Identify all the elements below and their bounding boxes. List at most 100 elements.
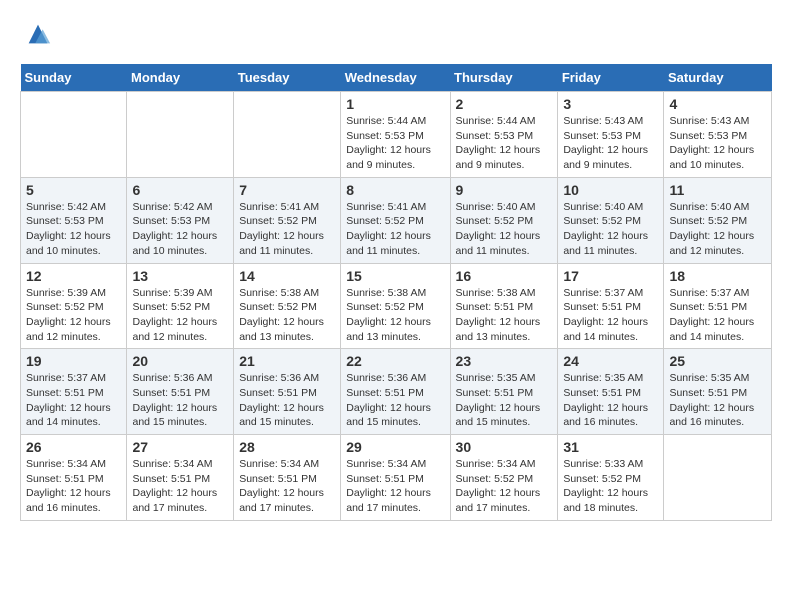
- day-number: 18: [669, 268, 766, 284]
- calendar-cell: 27 Sunrise: 5:34 AM Sunset: 5:51 PM Dayli…: [127, 435, 234, 521]
- day-number: 5: [26, 182, 121, 198]
- calendar-cell: 29Sunrise: 5:34 AM Sunset: 5:51 PM Dayli…: [341, 435, 450, 521]
- calendar-table: SundayMondayTuesdayWednesdayThursdayFrid…: [20, 64, 772, 521]
- calendar-cell: 5Sunrise: 5:42 AM Sunset: 5:53 PM Daylig…: [21, 177, 127, 263]
- calendar-header-row: SundayMondayTuesdayWednesdayThursdayFrid…: [21, 64, 772, 92]
- calendar-cell: 7 Sunrise: 5:41 AM Sunset: 5:52 PM Daylig…: [234, 177, 341, 263]
- day-number: 17: [563, 268, 658, 284]
- day-info: Sunrise: 5:44 AM Sunset: 5:53 PM Dayligh…: [346, 114, 444, 173]
- day-info: Sunrise: 5:43 AM Sunset: 5:53 PM Dayligh…: [563, 114, 658, 173]
- day-info: Sunrise: 5:34 AM Sunset: 5:51 PM Dayligh…: [132, 457, 228, 516]
- calendar-cell: 26 Sunrise: 5:34 AM Sunset: 5:51 PM Dayli…: [21, 435, 127, 521]
- calendar-cell: 24 Sunrise: 5:35 AM Sunset: 5:51 PM Dayli…: [558, 349, 664, 435]
- calendar-week-row: 1 Sunrise: 5:44 AM Sunset: 5:53 PM Daylig…: [21, 92, 772, 178]
- day-number: 24: [563, 353, 658, 369]
- day-number: 11: [669, 182, 766, 198]
- day-number: 2: [456, 96, 553, 112]
- header-tuesday: Tuesday: [234, 64, 341, 92]
- calendar-cell: [21, 92, 127, 178]
- day-number: 20: [132, 353, 228, 369]
- header-thursday: Thursday: [450, 64, 558, 92]
- calendar-cell: 12 Sunrise: 5:39 AM Sunset: 5:52 PM Dayli…: [21, 263, 127, 349]
- day-info: Sunrise: 5:41 AM Sunset: 5:52 PM Dayligh…: [346, 200, 444, 259]
- day-info: Sunrise: 5:35 AM Sunset: 5:51 PM Dayligh…: [563, 371, 658, 430]
- day-number: 31: [563, 439, 658, 455]
- day-number: 8: [346, 182, 444, 198]
- header-wednesday: Wednesday: [341, 64, 450, 92]
- day-number: 27: [132, 439, 228, 455]
- calendar-cell: 25 Sunrise: 5:35 AM Sunset: 5:51 PM Dayli…: [664, 349, 772, 435]
- calendar-cell: 30Sunrise: 5:34 AM Sunset: 5:52 PM Dayli…: [450, 435, 558, 521]
- day-info: Sunrise: 5:44 AM Sunset: 5:53 PM Dayligh…: [456, 114, 553, 173]
- day-info: Sunrise: 5:37 AM Sunset: 5:51 PM Dayligh…: [26, 371, 121, 430]
- day-number: 14: [239, 268, 335, 284]
- day-info: Sunrise: 5:39 AM Sunset: 5:52 PM Dayligh…: [132, 286, 228, 345]
- day-info: Sunrise: 5:39 AM Sunset: 5:52 PM Dayligh…: [26, 286, 121, 345]
- day-number: 13: [132, 268, 228, 284]
- calendar-cell: [234, 92, 341, 178]
- day-number: 1: [346, 96, 444, 112]
- calendar-cell: 13 Sunrise: 5:39 AM Sunset: 5:52 PM Dayli…: [127, 263, 234, 349]
- calendar-cell: 14Sunrise: 5:38 AM Sunset: 5:52 PM Dayli…: [234, 263, 341, 349]
- day-info: Sunrise: 5:37 AM Sunset: 5:51 PM Dayligh…: [669, 286, 766, 345]
- calendar-week-row: 12 Sunrise: 5:39 AM Sunset: 5:52 PM Dayli…: [21, 263, 772, 349]
- calendar-cell: 28Sunrise: 5:34 AM Sunset: 5:51 PM Dayli…: [234, 435, 341, 521]
- day-number: 6: [132, 182, 228, 198]
- day-info: Sunrise: 5:36 AM Sunset: 5:51 PM Dayligh…: [346, 371, 444, 430]
- calendar-cell: [127, 92, 234, 178]
- calendar-cell: 11 Sunrise: 5:40 AM Sunset: 5:52 PM Dayli…: [664, 177, 772, 263]
- day-info: Sunrise: 5:35 AM Sunset: 5:51 PM Dayligh…: [456, 371, 553, 430]
- day-number: 23: [456, 353, 553, 369]
- calendar-cell: 23 Sunrise: 5:35 AM Sunset: 5:51 PM Dayli…: [450, 349, 558, 435]
- day-number: 26: [26, 439, 121, 455]
- day-number: 10: [563, 182, 658, 198]
- calendar-week-row: 26 Sunrise: 5:34 AM Sunset: 5:51 PM Dayli…: [21, 435, 772, 521]
- day-info: Sunrise: 5:40 AM Sunset: 5:52 PM Dayligh…: [456, 200, 553, 259]
- day-info: Sunrise: 5:37 AM Sunset: 5:51 PM Dayligh…: [563, 286, 658, 345]
- day-info: Sunrise: 5:40 AM Sunset: 5:52 PM Dayligh…: [669, 200, 766, 259]
- day-number: 19: [26, 353, 121, 369]
- logo-icon: [24, 20, 52, 48]
- calendar-cell: 4Sunrise: 5:43 AM Sunset: 5:53 PM Daylig…: [664, 92, 772, 178]
- day-number: 9: [456, 182, 553, 198]
- day-number: 4: [669, 96, 766, 112]
- calendar-cell: 2 Sunrise: 5:44 AM Sunset: 5:53 PM Daylig…: [450, 92, 558, 178]
- day-info: Sunrise: 5:40 AM Sunset: 5:52 PM Dayligh…: [563, 200, 658, 259]
- day-number: 28: [239, 439, 335, 455]
- day-info: Sunrise: 5:41 AM Sunset: 5:52 PM Dayligh…: [239, 200, 335, 259]
- day-number: 3: [563, 96, 658, 112]
- header-monday: Monday: [127, 64, 234, 92]
- calendar-cell: 10 Sunrise: 5:40 AM Sunset: 5:52 PM Dayli…: [558, 177, 664, 263]
- day-number: 12: [26, 268, 121, 284]
- calendar-cell: 9 Sunrise: 5:40 AM Sunset: 5:52 PM Daylig…: [450, 177, 558, 263]
- calendar-cell: 19 Sunrise: 5:37 AM Sunset: 5:51 PM Dayli…: [21, 349, 127, 435]
- day-number: 21: [239, 353, 335, 369]
- calendar-cell: 22 Sunrise: 5:36 AM Sunset: 5:51 PM Dayli…: [341, 349, 450, 435]
- day-info: Sunrise: 5:42 AM Sunset: 5:53 PM Dayligh…: [132, 200, 228, 259]
- day-info: Sunrise: 5:35 AM Sunset: 5:51 PM Dayligh…: [669, 371, 766, 430]
- calendar-cell: 31 Sunrise: 5:33 AM Sunset: 5:52 PM Dayli…: [558, 435, 664, 521]
- calendar-week-row: 5 Sunrise: 5:42 AM Sunset: 5:53 PM Daylig…: [21, 177, 772, 263]
- day-number: 22: [346, 353, 444, 369]
- calendar-cell: 17 Sunrise: 5:37 AM Sunset: 5:51 PM Dayli…: [558, 263, 664, 349]
- calendar-cell: 20 Sunrise: 5:36 AM Sunset: 5:51 PM Dayli…: [127, 349, 234, 435]
- calendar-cell: [664, 435, 772, 521]
- day-info: Sunrise: 5:36 AM Sunset: 5:51 PM Dayligh…: [132, 371, 228, 430]
- day-number: 16: [456, 268, 553, 284]
- calendar-cell: 1 Sunrise: 5:44 AM Sunset: 5:53 PM Daylig…: [341, 92, 450, 178]
- day-info: Sunrise: 5:34 AM Sunset: 5:52 PM Dayligh…: [456, 457, 553, 516]
- day-info: Sunrise: 5:34 AM Sunset: 5:51 PM Dayligh…: [346, 457, 444, 516]
- calendar-cell: 8 Sunrise: 5:41 AM Sunset: 5:52 PM Daylig…: [341, 177, 450, 263]
- header-friday: Friday: [558, 64, 664, 92]
- header-saturday: Saturday: [664, 64, 772, 92]
- day-info: Sunrise: 5:36 AM Sunset: 5:51 PM Dayligh…: [239, 371, 335, 430]
- day-number: 7: [239, 182, 335, 198]
- day-info: Sunrise: 5:38 AM Sunset: 5:51 PM Dayligh…: [456, 286, 553, 345]
- day-info: Sunrise: 5:38 AM Sunset: 5:52 PM Dayligh…: [346, 286, 444, 345]
- calendar-cell: 3 Sunrise: 5:43 AM Sunset: 5:53 PM Daylig…: [558, 92, 664, 178]
- day-info: Sunrise: 5:33 AM Sunset: 5:52 PM Dayligh…: [563, 457, 658, 516]
- day-number: 25: [669, 353, 766, 369]
- day-info: Sunrise: 5:34 AM Sunset: 5:51 PM Dayligh…: [26, 457, 121, 516]
- logo: [20, 20, 52, 48]
- calendar-cell: 18 Sunrise: 5:37 AM Sunset: 5:51 PM Dayli…: [664, 263, 772, 349]
